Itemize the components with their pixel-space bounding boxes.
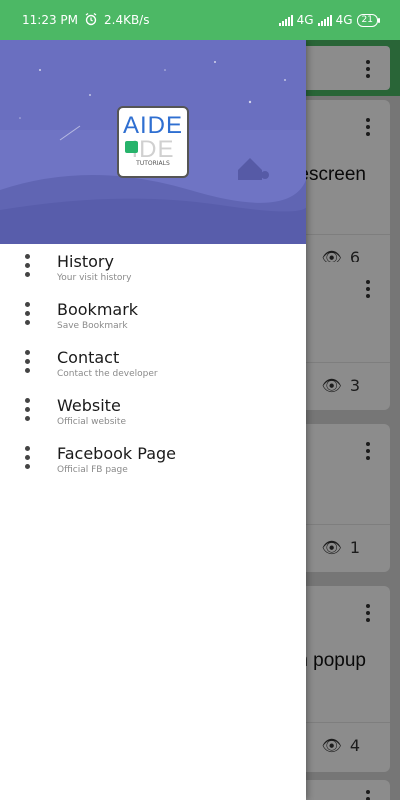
navigation-drawer: AIDE IDE TUTORIALS History Your visit hi… bbox=[0, 40, 306, 800]
app-logo: AIDE IDE TUTORIALS bbox=[117, 106, 189, 178]
status-bar: 11:23 PM 2.4KB/s 4G 4G 21 bbox=[0, 0, 400, 40]
menu-item-subtitle: Official FB page bbox=[57, 465, 128, 475]
battery-level: 21 bbox=[361, 14, 373, 25]
more-vert-icon bbox=[25, 446, 30, 469]
battery-icon: 21 bbox=[356, 13, 381, 27]
menu-item-bookmark[interactable]: Bookmark Save Bookmark bbox=[0, 292, 306, 340]
network-type-1: 4G bbox=[296, 13, 314, 27]
network-speed: 2.4KB/s bbox=[104, 13, 150, 27]
menu-item-website[interactable]: Website Official website bbox=[0, 388, 306, 436]
more-vert-icon bbox=[25, 254, 30, 277]
menu-item-subtitle: Contact the developer bbox=[57, 369, 158, 379]
menu-item-title: History bbox=[57, 252, 114, 271]
more-vert-icon bbox=[25, 302, 30, 325]
network-type-2: 4G bbox=[335, 13, 353, 27]
signal-icon-2 bbox=[317, 14, 332, 26]
logo-subtitle: TUTORIALS bbox=[136, 160, 170, 167]
menu-item-contact[interactable]: Contact Contact the developer bbox=[0, 340, 306, 388]
alarm-icon bbox=[84, 12, 98, 29]
menu-item-subtitle: Official website bbox=[57, 417, 126, 427]
logo-text-top: AIDE bbox=[122, 112, 183, 139]
menu-item-history[interactable]: History Your visit history bbox=[0, 244, 306, 292]
signal-icon bbox=[278, 14, 293, 26]
menu-item-subtitle: Your visit history bbox=[57, 273, 132, 283]
menu-item-title: Website bbox=[57, 396, 121, 415]
more-vert-icon bbox=[25, 398, 30, 421]
drawer-header: AIDE IDE TUTORIALS bbox=[0, 40, 306, 244]
drawer-menu: History Your visit history Bookmark Save… bbox=[0, 244, 306, 484]
menu-item-title: Facebook Page bbox=[57, 444, 176, 463]
menu-item-facebook-page[interactable]: Facebook Page Official FB page bbox=[0, 436, 306, 484]
menu-item-subtitle: Save Bookmark bbox=[57, 321, 128, 331]
android-icon bbox=[125, 141, 138, 153]
more-vert-icon bbox=[25, 350, 30, 373]
menu-item-title: Contact bbox=[57, 348, 120, 367]
menu-item-title: Bookmark bbox=[57, 300, 139, 319]
status-time: 11:23 PM bbox=[22, 13, 78, 27]
